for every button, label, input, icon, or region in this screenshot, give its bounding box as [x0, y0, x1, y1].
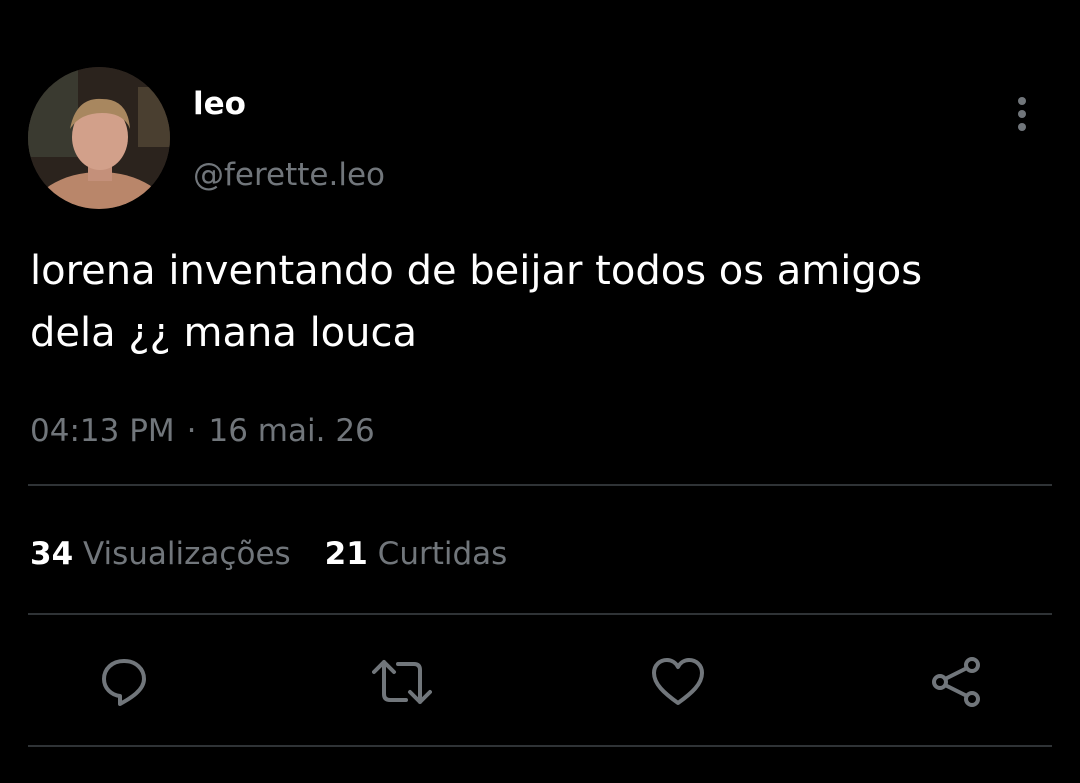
- display-name[interactable]: leo: [193, 82, 246, 126]
- divider: [28, 613, 1052, 615]
- avatar[interactable]: [28, 67, 170, 209]
- tweet-date: 16 mai. 26: [208, 413, 375, 449]
- share-button[interactable]: [924, 650, 988, 714]
- avatar-photo: [28, 67, 170, 209]
- views-label: Visualizações: [83, 536, 291, 572]
- more-vertical-icon: [1018, 97, 1026, 131]
- more-options-button[interactable]: [1000, 90, 1044, 138]
- reply-icon: [102, 659, 146, 706]
- divider: [28, 484, 1052, 486]
- tweet-timestamp[interactable]: 04:13 PM · 16 mai. 26: [30, 407, 375, 455]
- retweet-button[interactable]: [370, 650, 434, 714]
- tweet-text: lorena inventando de beijar todos os ami…: [30, 248, 923, 356]
- meta-separator: ·: [186, 413, 197, 449]
- reply-button[interactable]: [92, 650, 156, 714]
- likes-stat[interactable]: 21 Curtidas: [325, 530, 508, 578]
- share-icon: [932, 657, 980, 707]
- views-count: 34: [30, 536, 74, 572]
- tweet-detail: leo @ferette.leo lorena inventando de be…: [0, 0, 1080, 783]
- retweet-icon: [372, 660, 432, 704]
- like-button[interactable]: [646, 650, 710, 714]
- tweet-time: 04:13 PM: [30, 413, 175, 449]
- heart-icon: [652, 658, 704, 705]
- views-stat[interactable]: 34 Visualizações: [30, 530, 291, 578]
- likes-label: Curtidas: [377, 536, 508, 572]
- divider: [28, 745, 1052, 747]
- action-bar: [0, 650, 1080, 714]
- user-handle[interactable]: @ferette.leo: [193, 153, 385, 197]
- likes-count: 21: [324, 536, 368, 572]
- tweet-stats: 34 Visualizações 21 Curtidas: [30, 530, 507, 578]
